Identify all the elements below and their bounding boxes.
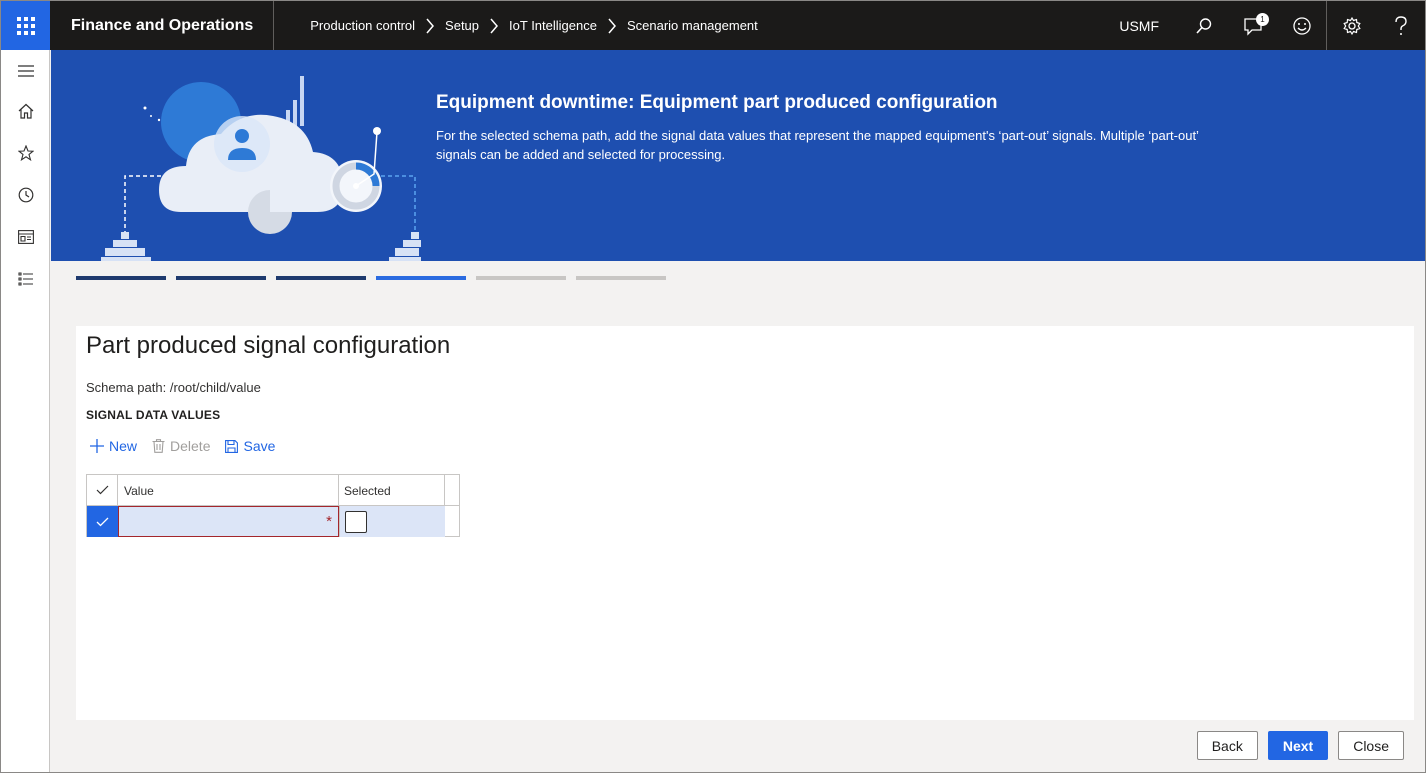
company-picker[interactable]: USMF xyxy=(1119,18,1159,34)
hamburger-icon xyxy=(18,65,34,77)
wizard-progress xyxy=(76,276,676,280)
row-select-checkbox[interactable] xyxy=(87,506,118,537)
wizard-banner: Equipment downtime: Equipment part produ… xyxy=(51,50,1425,261)
page-title: Part produced signal configuration xyxy=(86,332,451,359)
save-button[interactable]: Save xyxy=(225,438,275,454)
top-right-controls: USMF 1 xyxy=(1119,1,1425,50)
search-icon xyxy=(1195,17,1211,34)
checkmark-icon xyxy=(96,485,108,495)
nav-home[interactable] xyxy=(13,98,39,124)
banner-description: For the selected schema path, add the si… xyxy=(436,128,1199,162)
chevron-right-icon xyxy=(415,18,445,34)
required-indicator: * xyxy=(326,513,332,530)
wizard-step-1 xyxy=(76,276,166,280)
delete-button-label: Delete xyxy=(170,438,211,454)
notifications-button[interactable]: 1 xyxy=(1228,1,1277,50)
wizard-step-5 xyxy=(476,276,566,280)
star-icon xyxy=(18,145,34,161)
signal-values-grid: Value Selected * xyxy=(86,474,460,537)
column-header-value[interactable]: Value xyxy=(118,475,339,505)
trash-icon xyxy=(152,439,165,453)
schema-path: Schema path: /root/child/value xyxy=(86,380,261,395)
gear-icon xyxy=(1342,16,1361,35)
value-input[interactable]: * xyxy=(118,506,339,537)
notification-badge: 1 xyxy=(1256,13,1269,26)
wizard-step-4 xyxy=(376,276,466,280)
new-button-label: New xyxy=(109,438,138,454)
banner-title: Equipment downtime: Equipment part produ… xyxy=(436,92,998,113)
grid-header: Value Selected xyxy=(87,475,459,506)
selected-checkbox[interactable] xyxy=(345,510,367,533)
smiley-icon xyxy=(1292,16,1311,35)
breadcrumb: Production control Setup IoT Intelligenc… xyxy=(310,18,758,34)
grid-toolbar: New Delete Save xyxy=(90,438,290,454)
close-button[interactable]: Close xyxy=(1338,731,1404,760)
new-button[interactable]: New xyxy=(90,438,137,454)
column-header-selected[interactable]: Selected xyxy=(339,475,445,505)
wizard-step-3 xyxy=(276,276,366,280)
list-icon xyxy=(18,272,33,286)
breadcrumb-item-setup[interactable]: Setup xyxy=(445,18,479,33)
help-icon xyxy=(1394,15,1407,35)
breadcrumb-item-iot-intelligence[interactable]: IoT Intelligence xyxy=(509,18,597,33)
cloud-illustration xyxy=(101,76,421,261)
checkmark-icon xyxy=(96,517,109,526)
app-title[interactable]: Finance and Operations xyxy=(50,1,275,50)
next-button[interactable]: Next xyxy=(1267,731,1329,760)
collapse-nav-button[interactable] xyxy=(13,58,39,84)
feedback-button[interactable] xyxy=(1277,1,1326,50)
chevron-right-icon xyxy=(597,18,627,34)
selected-cell xyxy=(339,506,445,537)
breadcrumb-item-production-control[interactable]: Production control xyxy=(310,18,415,33)
save-icon xyxy=(225,439,239,453)
clock-icon xyxy=(18,187,34,203)
top-bar: Finance and Operations Production contro… xyxy=(1,1,1425,50)
table-row[interactable]: * xyxy=(87,506,445,537)
chevron-right-icon xyxy=(479,18,509,34)
home-icon xyxy=(18,103,34,119)
breadcrumb-item-scenario-management[interactable]: Scenario management xyxy=(627,18,758,33)
nav-workspaces[interactable] xyxy=(13,224,39,250)
left-navigation xyxy=(1,50,50,772)
wizard-step-6 xyxy=(576,276,666,280)
back-button[interactable]: Back xyxy=(1196,731,1258,760)
nav-recent[interactable] xyxy=(13,182,39,208)
wizard-step-2 xyxy=(176,276,266,280)
select-all-checkbox[interactable] xyxy=(87,475,118,505)
section-label: SIGNAL DATA VALUES xyxy=(86,408,221,422)
delete-button[interactable]: Delete xyxy=(152,438,210,454)
waffle-icon xyxy=(16,16,35,35)
app-launcher-button[interactable] xyxy=(1,1,50,50)
save-button-label: Save xyxy=(243,438,276,454)
nav-modules[interactable] xyxy=(13,266,39,292)
search-button[interactable] xyxy=(1179,1,1228,50)
nav-favorites[interactable] xyxy=(13,140,39,166)
wizard-footer: Back Next Close xyxy=(1187,731,1404,760)
help-button[interactable] xyxy=(1376,1,1425,50)
plus-icon xyxy=(90,439,104,453)
content-panel: Part produced signal configuration Schem… xyxy=(76,326,1414,720)
workspace-icon xyxy=(18,230,34,244)
settings-button[interactable] xyxy=(1327,1,1376,50)
